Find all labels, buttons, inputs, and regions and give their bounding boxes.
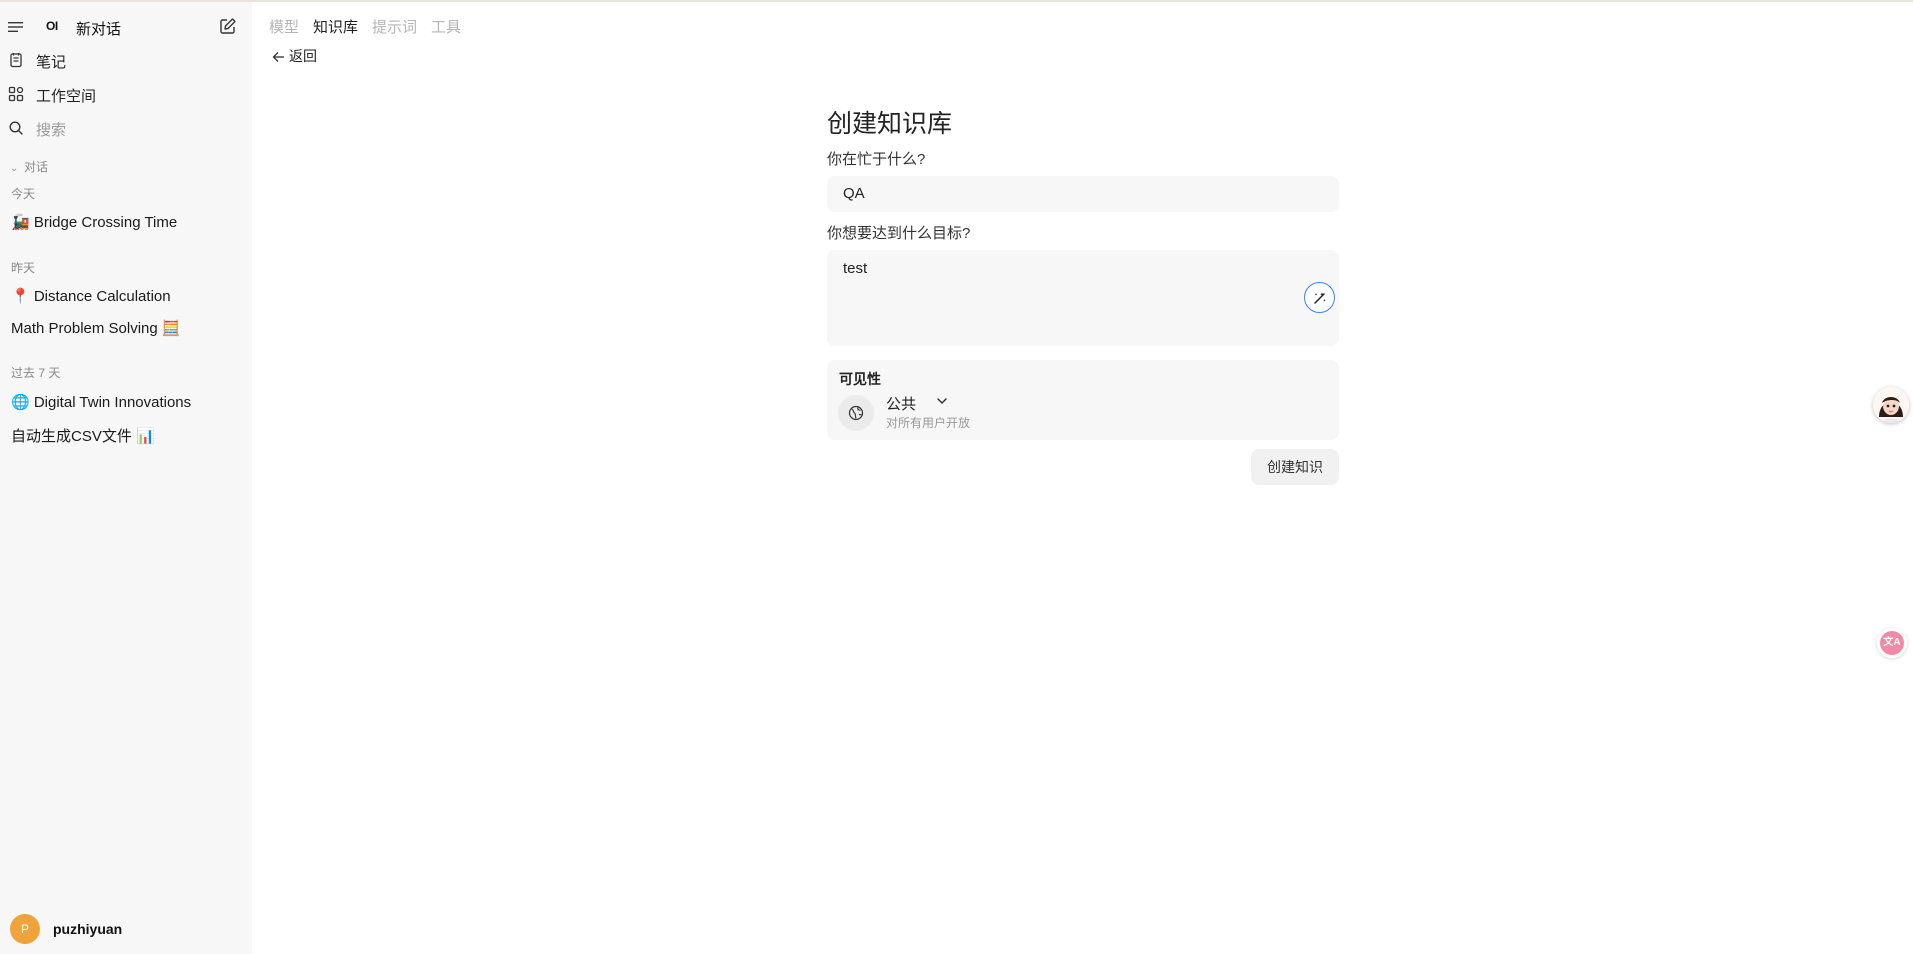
chat-item[interactable]: 🚂 Bridge Crossing Time [11, 213, 245, 231]
menu-icon[interactable] [8, 20, 24, 34]
visibility-panel: 可见性 公共 对所有用户开放 [827, 360, 1339, 440]
username: puzhiyuan [53, 921, 123, 937]
magic-wand-icon [1314, 292, 1326, 304]
create-knowledge-button[interactable]: 创建知识 [1251, 449, 1339, 485]
tab-tools[interactable]: 工具 [431, 16, 461, 37]
app-logo[interactable]: OI [46, 19, 58, 33]
chat-item[interactable]: 📍 Distance Calculation [11, 287, 245, 305]
chat-item[interactable]: Math Problem Solving 🧮 [11, 319, 245, 337]
tab-models[interactable]: 模型 [269, 16, 299, 37]
sidebar-item-notes[interactable]: 笔记 [0, 47, 252, 73]
new-chat-edit-icon[interactable] [219, 17, 237, 35]
globe-icon-wrapper [838, 395, 874, 431]
tab-prompts[interactable]: 提示词 [372, 16, 417, 37]
back-label: 返回 [289, 48, 317, 64]
assistant-avatar-button[interactable] [1873, 387, 1909, 423]
sidebar-item-workspace[interactable]: 工作空间 [0, 81, 252, 107]
name-field-label: 你在忙于什么? [827, 151, 926, 168]
goal-textarea[interactable]: test [827, 250, 1339, 346]
name-input[interactable]: QA [827, 176, 1339, 212]
chat-item[interactable]: 自动生成CSV文件 📊 [11, 425, 245, 446]
chat-item[interactable]: 🌐 Digital Twin Innovations [11, 393, 245, 411]
visibility-title: 可见性 [839, 371, 881, 387]
workspace-tabs: 模型 知识库 提示词 工具 [269, 16, 475, 36]
translate-icon: 文A [1880, 631, 1904, 655]
workspace-icon [8, 86, 24, 102]
visibility-select[interactable]: 公共 [886, 393, 916, 414]
visibility-description: 对所有用户开放 [886, 416, 971, 430]
chats-section-toggle[interactable]: ⌄ 对话 [10, 158, 48, 175]
sidebar-search[interactable]: 搜索 [0, 115, 252, 141]
arrow-left-icon [272, 52, 284, 62]
chevron-down-icon: ⌄ [10, 163, 19, 174]
back-button[interactable]: 返回 [272, 46, 317, 66]
group-label-yesterday: 昨天 [11, 261, 36, 275]
magic-wand-button[interactable] [1304, 282, 1335, 313]
new-chat-link[interactable]: 新对话 [76, 18, 121, 39]
top-border [0, 0, 1913, 2]
search-input[interactable]: 搜索 [36, 119, 66, 140]
sidebar-item-label: 工作空间 [36, 88, 97, 105]
goal-field-label: 你想要达到什么目标? [827, 225, 971, 242]
group-label-last-7-days: 过去 7 天 [11, 366, 61, 380]
avatar[interactable]: P [10, 914, 40, 944]
page-title: 创建知识库 [827, 110, 953, 138]
notes-icon [10, 53, 22, 68]
sidebar-item-label: 笔记 [36, 54, 67, 71]
translate-button[interactable]: 文A [1877, 628, 1907, 658]
chevron-down-icon[interactable] [936, 396, 948, 406]
section-label: 对话 [24, 160, 49, 174]
search-icon [9, 121, 23, 135]
globe-icon [848, 405, 864, 421]
sidebar-header: OI 新对话 [0, 16, 252, 40]
group-label-today: 今天 [11, 187, 36, 201]
tab-knowledge[interactable]: 知识库 [313, 16, 358, 37]
assistant-avatar-icon [1873, 387, 1909, 423]
sidebar: OI 新对话 笔记 工作空间 搜索 ⌄ 对话 今天 🚂 Bridge Cross… [0, 2, 252, 954]
